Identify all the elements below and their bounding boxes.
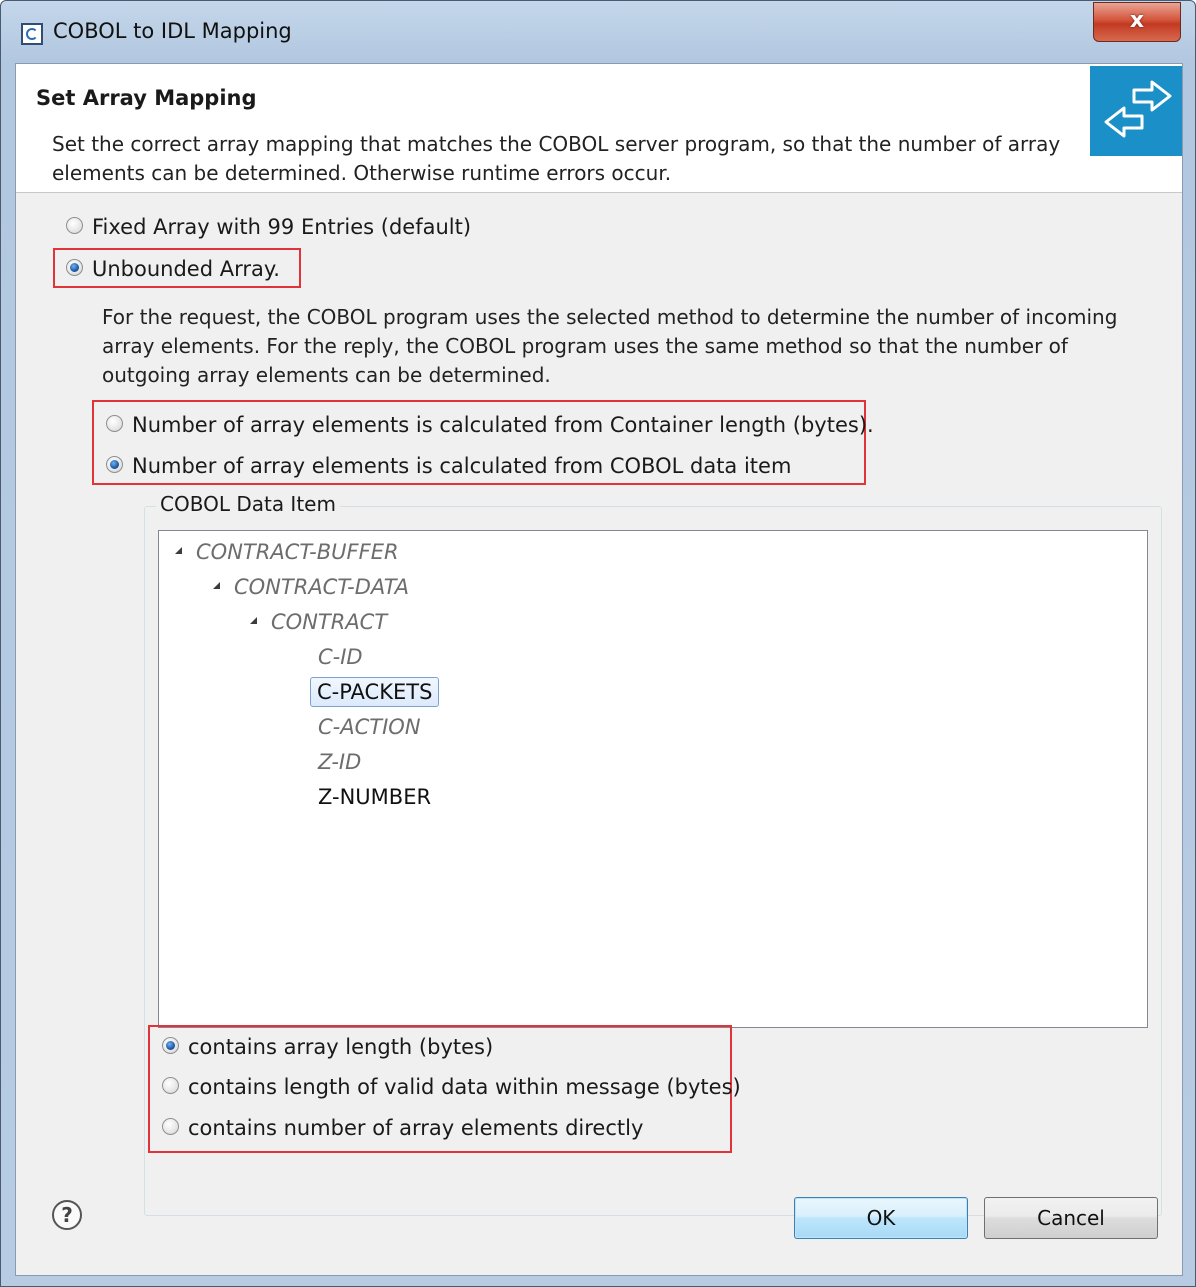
radio-label: contains length of valid data within mes… [188,1075,741,1099]
page-description: Set the correct array mapping that match… [52,132,1061,185]
radio-button[interactable] [106,414,123,432]
dialog-content: Set Array Mapping Set the correct array … [15,63,1183,1276]
radio-button-checked[interactable] [106,455,123,473]
radio-unbounded-array[interactable]: Unbounded Array. [66,253,280,283]
tree-node[interactable]: CONTRACT-BUFFER [175,537,399,567]
radio-label: contains number of array elements direct… [188,1116,644,1140]
tree-leaf[interactable]: Z-NUMBER [318,782,431,812]
radio-cobol-data-item[interactable]: Number of array elements is calculated f… [106,450,791,480]
expanded-triangle-icon[interactable] [213,581,220,589]
tree-leaf[interactable]: Z-ID [318,747,361,777]
help-icon[interactable]: ? [52,1200,82,1230]
radio-number-of-elements[interactable]: contains number of array elements direct… [162,1112,643,1142]
header-banner: Set Array Mapping Set the correct array … [16,64,1182,193]
tree-leaf[interactable]: C-ID [318,642,363,672]
tree-node-label: CONTRACT [271,610,388,634]
radio-button[interactable] [66,216,83,234]
expanded-triangle-icon[interactable] [175,546,182,554]
group-label: COBOL Data Item [156,492,340,516]
radio-button[interactable] [162,1117,179,1135]
radio-label: Number of array elements is calculated f… [132,454,792,478]
radio-container-length[interactable]: Number of array elements is calculated f… [106,409,874,439]
radio-button-checked[interactable] [162,1036,179,1054]
mapping-arrows-icon [1090,66,1182,156]
close-button[interactable]: x [1093,2,1181,42]
ok-button[interactable]: OK [794,1197,968,1239]
window-title: COBOL to IDL Mapping [53,19,292,43]
radio-fixed-array[interactable]: Fixed Array with 99 Entries (default) [66,211,471,241]
cancel-button[interactable]: Cancel [984,1197,1158,1239]
title-bar: COBOL to IDL Mapping x [1,1,1195,63]
tree-node-label: CONTRACT-BUFFER [196,540,399,564]
radio-label: contains array length (bytes) [188,1035,494,1059]
tree-node[interactable]: CONTRACT-DATA [213,572,409,602]
radio-button[interactable] [162,1076,179,1094]
expanded-triangle-icon[interactable] [250,616,257,624]
radio-label: Unbounded Array. [92,257,280,281]
radio-array-length[interactable]: contains array length (bytes) [162,1031,493,1061]
tree-leaf[interactable]: C-ACTION [318,712,421,742]
radio-label: Fixed Array with 99 Entries (default) [92,215,472,239]
unbounded-description: For the request, the COBOL program uses … [102,305,1118,387]
tree-leaf-selected[interactable]: C-PACKETS [310,677,440,707]
tree-node[interactable]: CONTRACT [250,607,387,637]
page-title: Set Array Mapping [36,86,257,110]
dialog-window: COBOL to IDL Mapping x Set Array Mapping… [0,0,1196,1287]
radio-valid-data-length[interactable]: contains length of valid data within mes… [162,1071,741,1101]
tree-node-label: CONTRACT-DATA [234,575,410,599]
radio-label: Number of array elements is calculated f… [132,413,874,437]
cobol-data-tree[interactable]: CONTRACT-BUFFER CONTRACT-DATA CONTRACT C… [158,530,1148,1028]
radio-button-checked[interactable] [66,258,83,276]
app-icon [21,23,43,45]
